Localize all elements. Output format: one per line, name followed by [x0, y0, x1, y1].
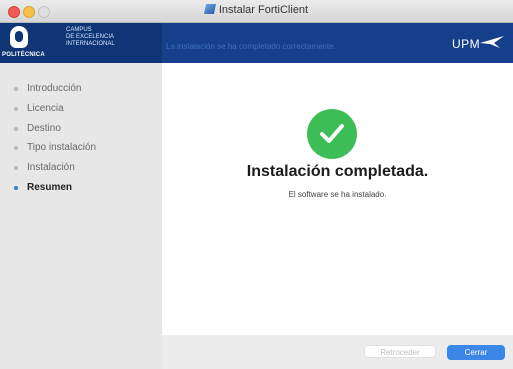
back-button[interactable]: Retroceder	[364, 345, 436, 358]
window-title-text: Instalar FortiClient	[218, 4, 309, 16]
success-check-icon	[307, 109, 357, 159]
window-title: Instalar FortiClient	[0, 4, 513, 16]
step-label: Licencia	[27, 103, 64, 114]
summary-panel: Instalación completada. El software se h…	[162, 63, 513, 335]
steps-sidebar: Introducción Licencia Destino Tipo insta…	[0, 63, 162, 369]
step-licencia: Licencia	[14, 103, 64, 114]
header-status-message: La instalación se ha completado correcta…	[166, 42, 336, 51]
step-bullet-icon	[14, 186, 18, 190]
step-label: Resumen	[27, 182, 73, 193]
step-bullet-icon	[14, 127, 18, 131]
step-bullet-icon	[14, 107, 18, 111]
university-logo: POLITÉCNICA CAMPUS DE EXCELENCIA INTERNA…	[0, 23, 162, 63]
logo-caption: POLITÉCNICA	[2, 52, 45, 58]
university-emblem-icon	[10, 26, 28, 48]
step-resumen: Resumen	[14, 182, 73, 193]
step-instalacion: Instalación	[14, 162, 75, 173]
step-label: Introducción	[27, 83, 82, 94]
close-button[interactable]: Cerrar	[447, 345, 505, 360]
completion-headline: Instalación completada.	[246, 163, 429, 180]
campus-line: DE EXCELENCIA	[66, 34, 115, 40]
campus-text: CAMPUS DE EXCELENCIA INTERNACIONAL	[66, 27, 156, 48]
brand-logo-text: UPM	[452, 37, 481, 51]
title-bar[interactable]: Instalar FortiClient	[0, 0, 513, 23]
step-label: Destino	[27, 123, 61, 134]
completion-subline: El software se ha instalado.	[288, 190, 387, 199]
campus-line: CAMPUS	[66, 27, 92, 33]
step-introduccion: Introducción	[14, 83, 82, 94]
step-bullet-icon	[14, 146, 18, 150]
brand-plane-icon	[480, 36, 504, 48]
step-destino: Destino	[14, 123, 61, 134]
header-banner: POLITÉCNICA CAMPUS DE EXCELENCIA INTERNA…	[0, 23, 513, 63]
installer-window: Instalar FortiClient POLITÉCNICA CAMPUS …	[0, 0, 513, 369]
installer-package-icon	[203, 4, 216, 14]
step-bullet-icon	[14, 166, 18, 170]
step-bullet-icon	[14, 87, 18, 91]
step-label: Tipo instalación	[27, 142, 97, 153]
step-label: Instalación	[27, 162, 75, 173]
step-tipo-instalacion: Tipo instalación	[14, 142, 97, 153]
campus-line: INTERNACIONAL	[66, 41, 115, 47]
